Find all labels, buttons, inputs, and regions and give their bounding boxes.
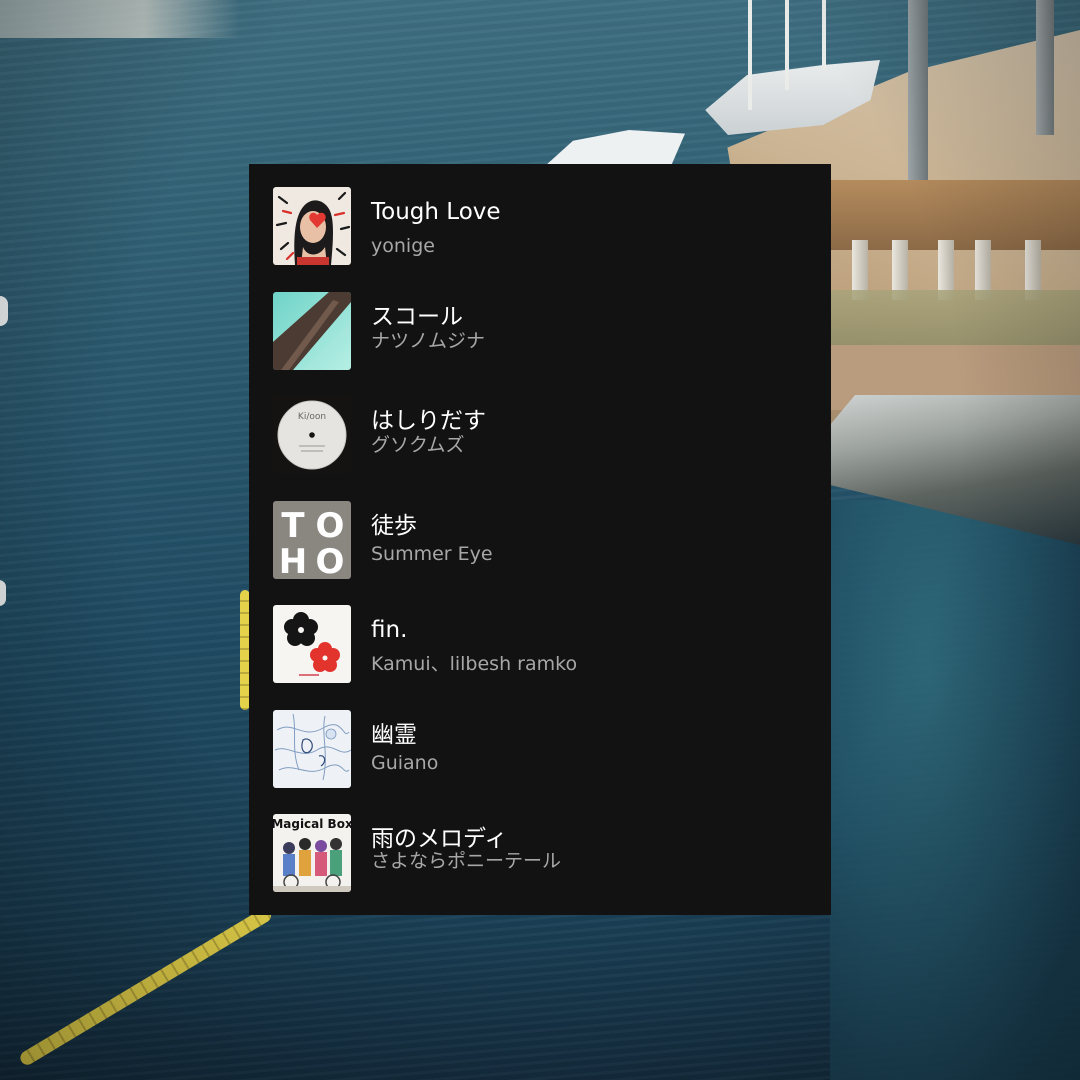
woman-portrait-cover: [273, 187, 351, 265]
cover-letter: T: [281, 506, 305, 546]
cover-title-text: Magical Box: [273, 817, 351, 831]
track-artist: ナツノムジナ: [371, 329, 486, 352]
track-artist: Kamui、lilbesh ramko: [371, 653, 578, 675]
track-artist: グソクムズ: [371, 434, 465, 456]
track-artist: Guiano: [371, 751, 439, 774]
cover-label-text: Ki/oon: [298, 412, 326, 422]
track-meta: 徒歩 Summer Eye: [371, 511, 811, 567]
track-row[interactable]: スコール ナツノムジナ: [249, 291, 831, 397]
track-row[interactable]: T O H O 徒歩 Summer Eye: [249, 500, 831, 606]
track-title: Tough Love: [371, 199, 501, 225]
track-row[interactable]: 幽霊 Guiano: [249, 709, 831, 815]
aqua-abstract-cover: [273, 291, 351, 370]
vinyl-record-cover: Ki/oon: [273, 396, 351, 474]
track-artist: yonige: [371, 235, 435, 257]
track-meta: スコール ナツノムジナ: [371, 302, 811, 354]
track-meta: はしりだす グソクムズ: [371, 406, 811, 458]
cover-letter: O: [316, 506, 345, 546]
track-artist: さよならポニーテール: [371, 850, 562, 872]
track-meta: 雨のメロディ さよならポニーテール: [371, 824, 811, 874]
track-title: 幽霊: [371, 721, 417, 748]
track-row[interactable]: Magical Box 雨のメロディ さよならポニーテール: [249, 814, 831, 919]
anime-group-cover: Magical Box: [273, 814, 351, 892]
track-meta: fin. Kamui、lilbesh ramko: [371, 615, 811, 677]
track-meta: 幽霊 Guiano: [371, 720, 811, 776]
track-artist: Summer Eye: [371, 542, 493, 565]
track-row[interactable]: Tough Love yonige: [249, 187, 831, 292]
track-title: 徒歩: [371, 512, 417, 539]
track-row[interactable]: Ki/oon はしりだす グソクムズ: [249, 396, 831, 501]
playlist-panel: Tough Love yonige スコール ナツノムジナ Ki/oon はしり…: [249, 164, 831, 915]
track-row[interactable]: fin. Kamui、lilbesh ramko: [249, 605, 831, 710]
cover-letter: H: [279, 542, 307, 579]
block-letters-cover: T O H O: [273, 500, 351, 579]
sketch-illustration-cover: [273, 709, 351, 788]
track-meta: Tough Love yonige: [371, 197, 811, 259]
flower-cover: [273, 605, 351, 683]
cover-letter: O: [316, 542, 345, 579]
track-title: fin.: [371, 617, 408, 643]
